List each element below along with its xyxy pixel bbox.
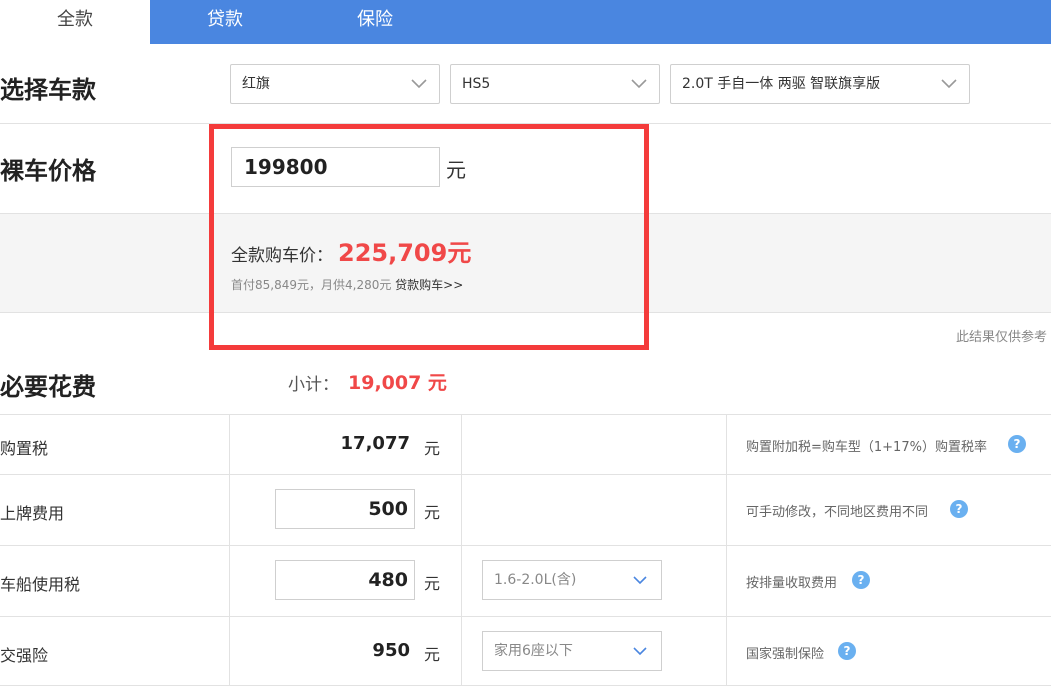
help-icon[interactable]: ? [852, 571, 870, 589]
brand-select[interactable]: 红旗 [230, 64, 440, 104]
purchase-tax-note: 购置附加税=购车型（1+17%）购置税率 [746, 440, 987, 455]
disclaimer-text: 此结果仅供参考 [955, 330, 1047, 345]
help-icon[interactable]: ? [1008, 435, 1026, 453]
divider [0, 414, 1051, 415]
help-icon[interactable]: ? [838, 642, 856, 660]
subtotal-value: 19,007 元 [348, 372, 447, 394]
series-select[interactable]: HS5 [450, 64, 660, 104]
purchase-tax-label: 购置税 [0, 439, 49, 458]
chevron-down-icon [631, 79, 647, 89]
vehicle-tax-unit: 元 [424, 574, 441, 593]
vehicle-tax-input[interactable]: 480 [275, 560, 415, 600]
divider [0, 474, 1051, 475]
registration-fee-label: 上牌费用 [0, 504, 65, 523]
required-fees-title: 必要花费 [0, 373, 96, 401]
divider [461, 415, 462, 686]
brand-select-value: 红旗 [242, 76, 270, 92]
subtotal-label: 小计： [288, 375, 339, 395]
compulsory-insurance-note: 国家强制保险 [746, 647, 825, 662]
purchase-tax-unit: 元 [424, 439, 441, 458]
version-select-value: 2.0T 手自一体 两驱 智联旗享版 [682, 76, 881, 92]
select-model-title: 选择车款 [0, 76, 96, 104]
purchase-tax-value: 17,077 [340, 433, 410, 454]
compulsory-insurance-unit: 元 [424, 645, 441, 664]
highlight-box [209, 124, 649, 350]
chevron-down-icon [633, 576, 647, 585]
seat-type-select-value: 家用6座以下 [494, 643, 573, 659]
help-icon[interactable]: ? [950, 500, 968, 518]
vehicle-tax-label: 车船使用税 [0, 575, 81, 594]
divider [0, 616, 1051, 617]
registration-fee-unit: 元 [424, 503, 441, 522]
bare-price-title: 裸车价格 [0, 157, 96, 185]
chevron-down-icon [633, 647, 647, 656]
compulsory-insurance-value: 950 [372, 640, 410, 661]
tab-full-payment[interactable]: 全款 [0, 0, 150, 44]
version-select[interactable]: 2.0T 手自一体 两驱 智联旗享版 [670, 64, 970, 104]
series-select-value: HS5 [462, 76, 491, 92]
divider [726, 415, 727, 686]
displacement-select-value: 1.6-2.0L(含) [494, 572, 577, 588]
registration-fee-note: 可手动修改，不同地区费用不同 [746, 505, 929, 520]
tab-bar: 全款 贷款 保险 [0, 0, 1051, 44]
chevron-down-icon [411, 79, 427, 89]
tab-insurance[interactable]: 保险 [300, 0, 450, 44]
compulsory-insurance-label: 交强险 [0, 646, 49, 665]
seat-type-select[interactable]: 家用6座以下 [482, 631, 662, 671]
vehicle-tax-note: 按排量收取费用 [746, 576, 838, 591]
divider [229, 415, 230, 686]
tab-loan[interactable]: 贷款 [150, 0, 300, 44]
divider [0, 545, 1051, 546]
registration-fee-input[interactable]: 500 [275, 489, 415, 529]
chevron-down-icon [941, 79, 957, 89]
displacement-select[interactable]: 1.6-2.0L(含) [482, 560, 662, 600]
